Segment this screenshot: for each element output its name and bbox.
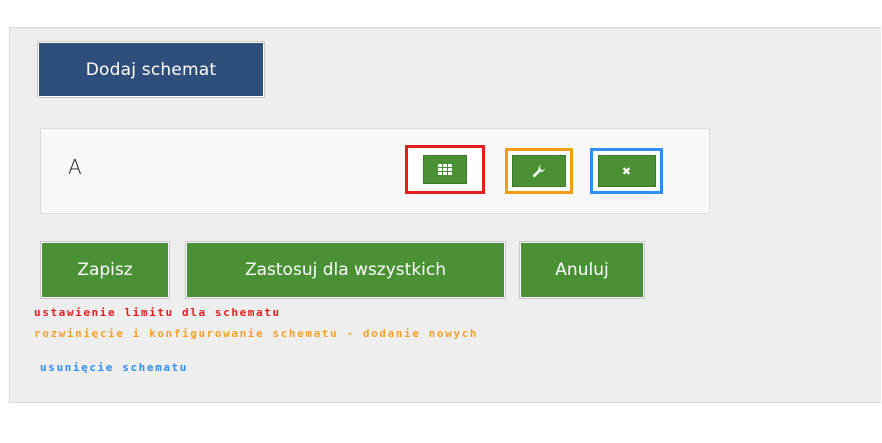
- save-button[interactable]: Zapisz: [40, 241, 170, 299]
- delete-schema-button[interactable]: ✖: [597, 155, 656, 187]
- legend-limit-text: ustawienie limitu dla schematu: [34, 306, 281, 319]
- configure-schema-button[interactable]: [512, 155, 566, 187]
- wrench-icon: [532, 165, 545, 178]
- add-schema-button[interactable]: Dodaj schemat: [37, 41, 265, 98]
- config-highlight-frame: [505, 148, 573, 194]
- legend-delete-text: usunięcie schematu: [40, 361, 189, 374]
- limit-highlight-frame: [405, 145, 485, 194]
- delete-highlight-frame: ✖: [590, 148, 663, 194]
- legend-config-text: rozwinięcie i konfigurowanie schematu - …: [34, 327, 479, 340]
- schema-name: A: [68, 155, 82, 179]
- set-limit-button[interactable]: [423, 155, 467, 184]
- apply-all-button[interactable]: Zastosuj dla wszystkich: [185, 241, 506, 299]
- calendar-grid-icon: [438, 164, 452, 175]
- cancel-button[interactable]: Anuluj: [519, 241, 645, 299]
- page: Dodaj schemat A ✖ Zapisz Zastosuj dla ws…: [0, 0, 882, 443]
- close-x-icon: ✖: [621, 164, 632, 178]
